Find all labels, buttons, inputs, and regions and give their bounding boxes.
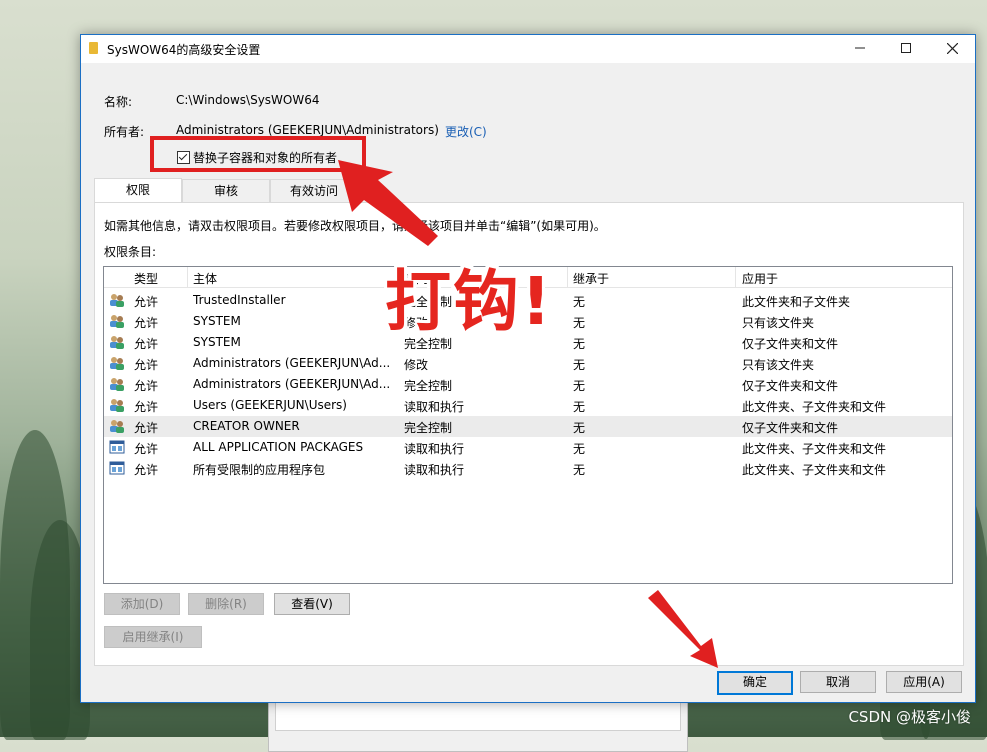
annotation-text: 打钩! [385,263,554,340]
annotation-arrows [338,160,718,668]
arrow-to-ok-icon [648,590,718,668]
arrow-to-checkbox-icon [338,160,438,246]
